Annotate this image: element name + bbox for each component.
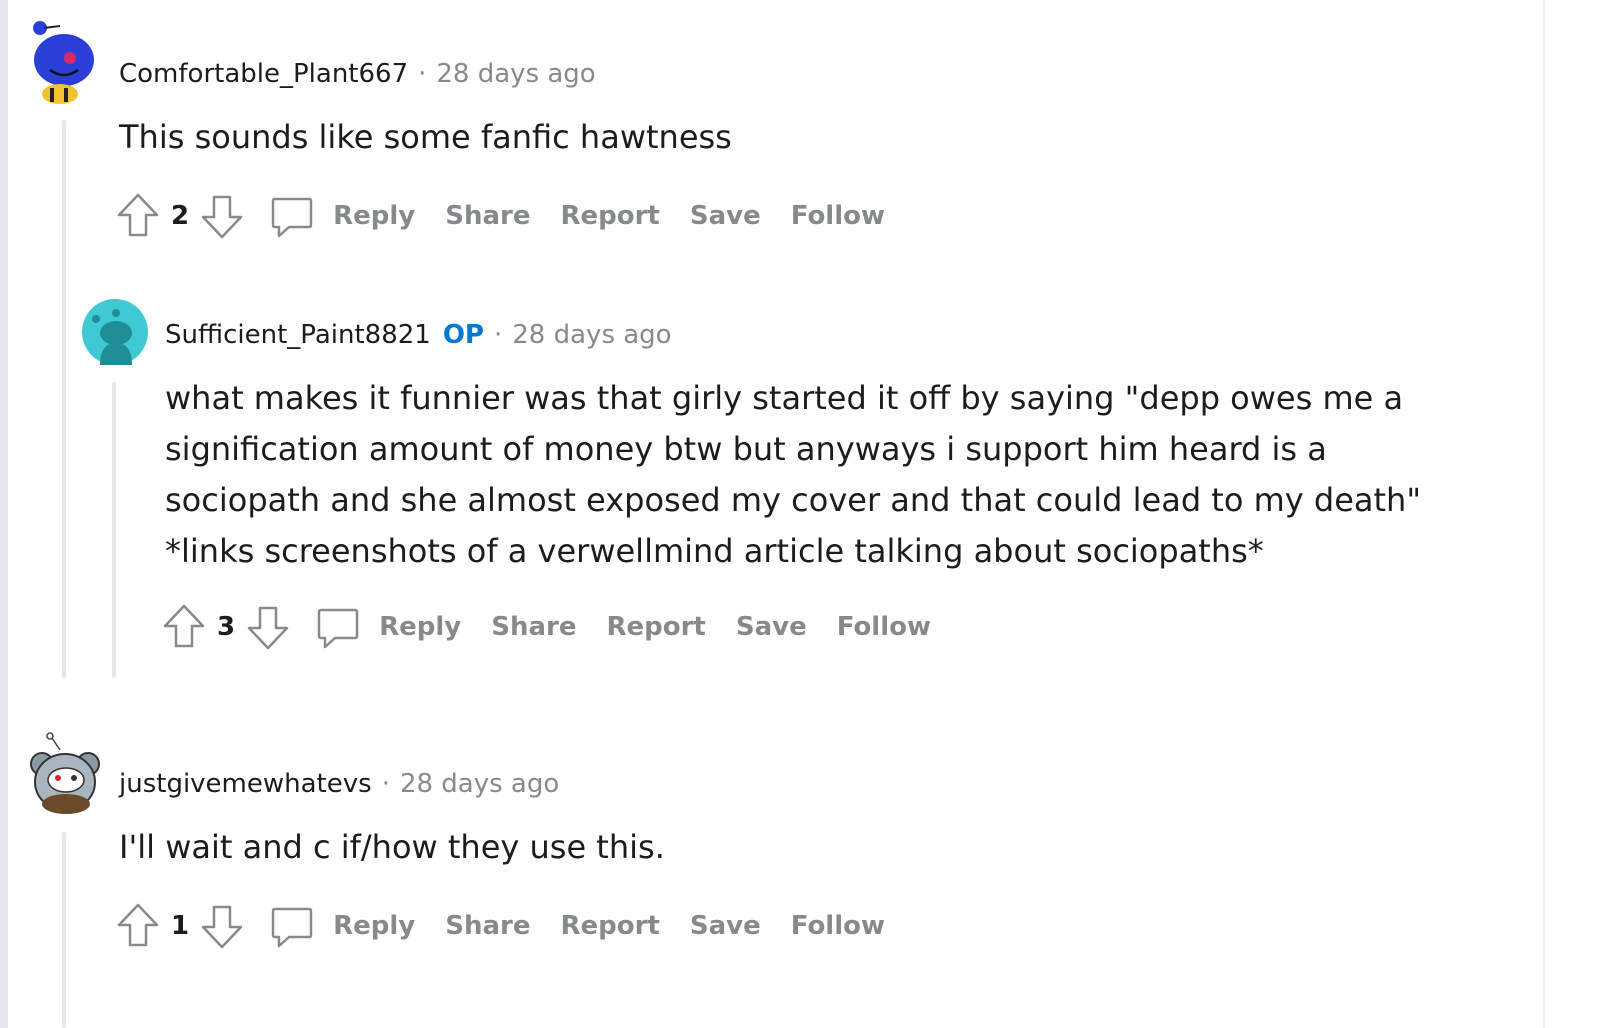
comment-body: I'll wait and c if/how they use this.	[119, 822, 665, 873]
avatar[interactable]	[82, 299, 148, 365]
avatar[interactable]	[30, 18, 96, 104]
comment-actions: 1 Reply Share Report Save Follow	[115, 901, 885, 951]
share-button[interactable]: Share	[491, 612, 576, 642]
comment-body: what makes it funnier was that girly sta…	[165, 373, 1421, 577]
follow-button[interactable]: Follow	[791, 911, 885, 941]
username-link[interactable]: Sufficient_Paint8821	[165, 320, 431, 350]
reply-button[interactable]: Reply	[333, 911, 415, 941]
vote-score: 2	[171, 201, 190, 231]
comment-text-line: *links screenshots of a verwellmind arti…	[165, 532, 1264, 570]
separator-dot: ·	[381, 769, 390, 799]
username-link[interactable]: justgivemewhatevs	[119, 769, 372, 799]
upvote-arrow-icon[interactable]	[115, 191, 161, 241]
upvote-arrow-icon[interactable]	[161, 602, 207, 652]
save-button[interactable]: Save	[690, 911, 761, 941]
username-link[interactable]: Comfortable_Plant667	[119, 59, 408, 89]
separator-dot: ·	[494, 320, 503, 350]
timestamp[interactable]: 28 days ago	[512, 320, 671, 350]
right-divider	[1543, 0, 1545, 1028]
report-button[interactable]: Report	[560, 911, 659, 941]
default-teal-snoo-icon	[82, 299, 148, 365]
downvote-arrow-icon[interactable]	[199, 191, 245, 241]
timestamp[interactable]: 28 days ago	[436, 59, 595, 89]
left-gutter	[0, 0, 8, 1028]
vote-score: 3	[217, 612, 236, 642]
report-button[interactable]: Report	[606, 612, 705, 642]
comment-meta: justgivemewhatevs · 28 days ago	[119, 764, 559, 804]
comment-bubble-icon[interactable]	[269, 901, 315, 951]
thread-line-2[interactable]	[112, 382, 116, 678]
save-button[interactable]: Save	[736, 612, 807, 642]
comment-bubble-icon[interactable]	[315, 602, 361, 652]
comment-text-line: signification amount of money btw but an…	[165, 430, 1327, 468]
downvote-arrow-icon[interactable]	[245, 602, 291, 652]
snoo-blue-bee-icon	[33, 21, 94, 104]
comment-text-line: This sounds like some fanfic hawtness	[119, 118, 732, 156]
op-badge: OP	[442, 320, 484, 350]
vote-score: 1	[171, 911, 190, 941]
comment-text-line: what makes it funnier was that girly sta…	[165, 379, 1404, 417]
reply-button[interactable]: Reply	[333, 201, 415, 231]
report-button[interactable]: Report	[560, 201, 659, 231]
comment-text-line: I'll wait and c if/how they use this.	[119, 828, 665, 866]
thread-line-3[interactable]	[62, 832, 66, 1028]
snoo-mouse-costume-icon	[30, 732, 100, 814]
comment-meta: Sufficient_Paint8821 OP · 28 days ago	[165, 315, 672, 355]
comment-actions: 3 Reply Share Report Save Follow	[161, 602, 931, 652]
comment-body: This sounds like some fanfic hawtness	[119, 112, 732, 163]
follow-button[interactable]: Follow	[837, 612, 931, 642]
upvote-arrow-icon[interactable]	[115, 901, 161, 951]
comment-text-line: sociopath and she almost exposed my cove…	[165, 481, 1422, 519]
downvote-arrow-icon[interactable]	[199, 901, 245, 951]
share-button[interactable]: Share	[445, 201, 530, 231]
follow-button[interactable]: Follow	[791, 201, 885, 231]
avatar[interactable]	[30, 730, 100, 814]
comment-bubble-icon[interactable]	[269, 191, 315, 241]
thread-line-1[interactable]	[62, 120, 66, 678]
save-button[interactable]: Save	[690, 201, 761, 231]
separator-dot: ·	[418, 59, 427, 89]
share-button[interactable]: Share	[445, 911, 530, 941]
comment-meta: Comfortable_Plant667 · 28 days ago	[119, 54, 596, 94]
timestamp[interactable]: 28 days ago	[400, 769, 559, 799]
comment-actions: 2 Reply Share Report Save Follow	[115, 191, 885, 241]
reply-button[interactable]: Reply	[379, 612, 461, 642]
comment-thread: Comfortable_Plant667 · 28 days ago This …	[0, 0, 1600, 1028]
